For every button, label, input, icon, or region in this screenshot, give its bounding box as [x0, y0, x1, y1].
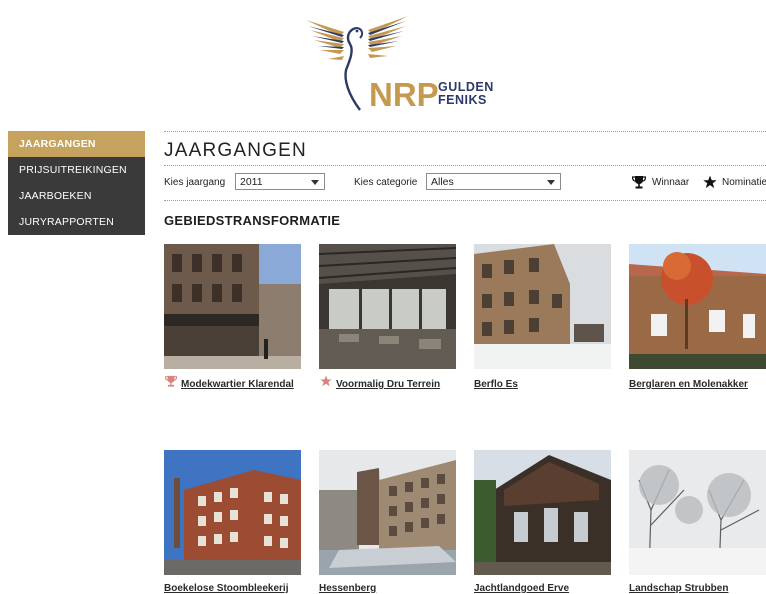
sidebar-item-jaargangen[interactable]: JAARGANGEN: [8, 131, 145, 157]
divider: [164, 131, 766, 132]
project-link[interactable]: Boekelose Stoombleekerij: [164, 583, 289, 594]
logo-subtitle-line2: FENIKS: [438, 93, 487, 107]
logo-brand-text: NRP: [369, 76, 439, 113]
category-select-value: Alles: [431, 176, 454, 188]
project-thumbnail[interactable]: [164, 450, 301, 575]
sidebar-item-jaarboeken[interactable]: JAARBOEKEN: [8, 183, 145, 209]
project-link[interactable]: Voormalig Dru Terrein: [336, 379, 440, 390]
year-select[interactable]: 2011: [235, 173, 325, 190]
year-filter-label: Kies jaargang: [164, 177, 226, 188]
project-photo: [319, 450, 456, 575]
divider: [164, 200, 766, 201]
project-photo: [164, 244, 301, 369]
section-title: GEBIEDSTRANSFORMATIE: [164, 213, 341, 228]
page-title: JAARGANGEN: [164, 140, 307, 161]
nrp-gulden-feniks-logo[interactable]: NRP GULDEN FENIKS: [300, 14, 500, 114]
divider: [164, 165, 766, 166]
project-photo: [164, 450, 301, 575]
project-link[interactable]: Modekwartier Klarendal: [181, 379, 294, 390]
category-select[interactable]: Alles: [426, 173, 561, 190]
legend-winner-label: Winnaar: [652, 177, 690, 188]
chevron-down-icon: [547, 180, 555, 185]
project-thumbnail[interactable]: [319, 244, 456, 369]
logo-subtitle: GULDEN FENIKS: [438, 81, 494, 107]
category-filter-label: Kies categorie: [354, 177, 418, 188]
project-photo: [629, 450, 766, 575]
year-select-value: 2011: [240, 176, 263, 188]
project-link[interactable]: Berglaren en Molenakker: [629, 379, 748, 390]
legend-nomination-label: Nominatie: [722, 177, 766, 188]
chevron-down-icon: [311, 180, 319, 185]
project-photo: [319, 244, 456, 369]
project-thumbnail[interactable]: [319, 450, 456, 575]
project-link[interactable]: Landschap Strubben: [629, 583, 728, 594]
project-photo: [474, 244, 611, 369]
project-link[interactable]: Hessenberg: [319, 583, 376, 594]
sidebar-nav: JAARGANGEN PRIJSUITREIKINGEN JAARBOEKEN …: [8, 131, 145, 235]
project-thumbnail[interactable]: [629, 450, 766, 575]
project-link[interactable]: Berflo Es: [474, 379, 518, 390]
project-thumbnail[interactable]: [474, 244, 611, 369]
project-photo: [474, 450, 611, 575]
project-link[interactable]: Jachtlandgoed Erve: [474, 583, 569, 594]
trophy-icon: [632, 176, 646, 189]
project-photo: [629, 244, 766, 369]
project-thumbnail[interactable]: [474, 450, 611, 575]
sidebar-item-prijsuitreikingen[interactable]: PRIJSUITREIKINGEN: [8, 157, 145, 183]
project-thumbnail[interactable]: [164, 244, 301, 369]
project-thumbnail[interactable]: [629, 244, 766, 369]
trophy-icon: [165, 375, 177, 387]
star-icon: [320, 375, 332, 387]
star-icon: [703, 175, 717, 189]
sidebar-item-juryrapporten[interactable]: JURYRAPPORTEN: [8, 209, 145, 235]
